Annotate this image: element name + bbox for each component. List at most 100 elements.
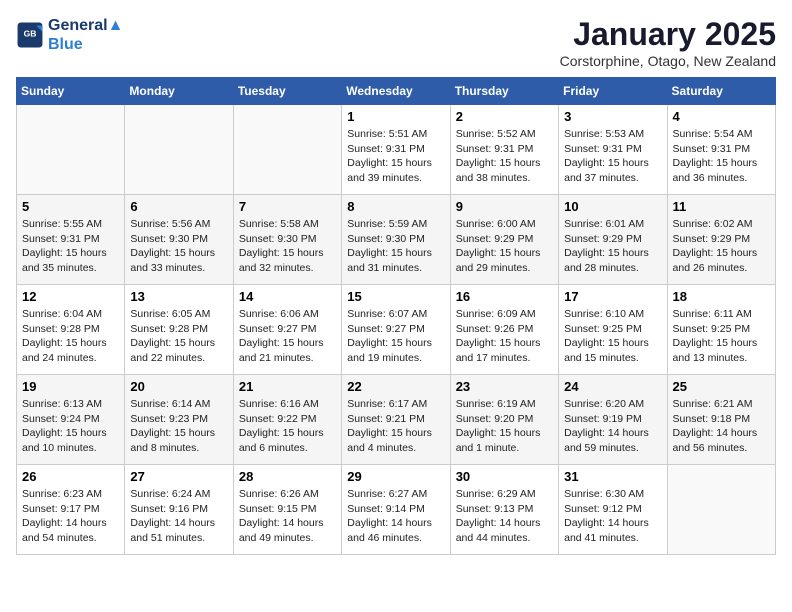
empty-cell — [17, 105, 125, 195]
day-info: Sunrise: 6:01 AM Sunset: 9:29 PM Dayligh… — [564, 217, 661, 276]
calendar-title: January 2025 — [560, 16, 776, 53]
day-number: 28 — [239, 469, 336, 484]
week-row-2: 5 Sunrise: 5:55 AM Sunset: 9:31 PM Daylig… — [17, 195, 776, 285]
day-cell-3: 3 Sunrise: 5:53 AM Sunset: 9:31 PM Daylig… — [559, 105, 667, 195]
day-cell-19: 19Sunrise: 6:13 AM Sunset: 9:24 PM Dayli… — [17, 375, 125, 465]
day-cell-24: 24 Sunrise: 6:20 AM Sunset: 9:19 PM Dayli… — [559, 375, 667, 465]
day-info: Sunrise: 5:52 AM Sunset: 9:31 PM Dayligh… — [456, 127, 553, 186]
day-number: 31 — [564, 469, 661, 484]
day-number: 14 — [239, 289, 336, 304]
weekday-header-saturday: Saturday — [667, 78, 775, 105]
day-info: Sunrise: 6:21 AM Sunset: 9:18 PM Dayligh… — [673, 397, 770, 456]
week-row-4: 19Sunrise: 6:13 AM Sunset: 9:24 PM Dayli… — [17, 375, 776, 465]
weekday-header-row: SundayMondayTuesdayWednesdayThursdayFrid… — [17, 78, 776, 105]
logo-text: General▲ Blue — [48, 16, 123, 54]
day-number: 13 — [130, 289, 227, 304]
day-cell-31: 31 Sunrise: 6:30 AM Sunset: 9:12 PM Dayli… — [559, 465, 667, 555]
day-info: Sunrise: 5:51 AM Sunset: 9:31 PM Dayligh… — [347, 127, 444, 186]
day-info: Sunrise: 6:16 AM Sunset: 9:22 PM Dayligh… — [239, 397, 336, 456]
week-row-5: 26Sunrise: 6:23 AM Sunset: 9:17 PM Dayli… — [17, 465, 776, 555]
day-number: 8 — [347, 199, 444, 214]
day-cell-17: 17 Sunrise: 6:10 AM Sunset: 9:25 PM Dayli… — [559, 285, 667, 375]
calendar-subtitle: Corstorphine, Otago, New Zealand — [560, 53, 776, 69]
day-cell-18: 18 Sunrise: 6:11 AM Sunset: 9:25 PM Dayli… — [667, 285, 775, 375]
day-info: Sunrise: 6:10 AM Sunset: 9:25 PM Dayligh… — [564, 307, 661, 366]
day-info: Sunrise: 6:23 AM Sunset: 9:17 PM Dayligh… — [22, 487, 119, 546]
day-number: 3 — [564, 109, 661, 124]
empty-cell — [667, 465, 775, 555]
day-info: Sunrise: 6:17 AM Sunset: 9:21 PM Dayligh… — [347, 397, 444, 456]
day-cell-16: 16 Sunrise: 6:09 AM Sunset: 9:26 PM Dayli… — [450, 285, 558, 375]
day-info: Sunrise: 6:14 AM Sunset: 9:23 PM Dayligh… — [130, 397, 227, 456]
day-info: Sunrise: 6:20 AM Sunset: 9:19 PM Dayligh… — [564, 397, 661, 456]
day-cell-6: 6 Sunrise: 5:56 AM Sunset: 9:30 PM Daylig… — [125, 195, 233, 285]
day-number: 27 — [130, 469, 227, 484]
weekday-header-thursday: Thursday — [450, 78, 558, 105]
day-cell-1: 1Sunrise: 5:51 AM Sunset: 9:31 PM Daylig… — [342, 105, 450, 195]
day-cell-5: 5 Sunrise: 5:55 AM Sunset: 9:31 PM Daylig… — [17, 195, 125, 285]
day-info: Sunrise: 6:05 AM Sunset: 9:28 PM Dayligh… — [130, 307, 227, 366]
day-info: Sunrise: 5:53 AM Sunset: 9:31 PM Dayligh… — [564, 127, 661, 186]
day-number: 9 — [456, 199, 553, 214]
day-info: Sunrise: 6:09 AM Sunset: 9:26 PM Dayligh… — [456, 307, 553, 366]
day-info: Sunrise: 6:04 AM Sunset: 9:28 PM Dayligh… — [22, 307, 119, 366]
title-block: January 2025 Corstorphine, Otago, New Ze… — [560, 16, 776, 69]
day-info: Sunrise: 5:56 AM Sunset: 9:30 PM Dayligh… — [130, 217, 227, 276]
day-cell-20: 20 Sunrise: 6:14 AM Sunset: 9:23 PM Dayli… — [125, 375, 233, 465]
day-info: Sunrise: 6:02 AM Sunset: 9:29 PM Dayligh… — [673, 217, 770, 276]
day-info: Sunrise: 6:13 AM Sunset: 9:24 PM Dayligh… — [22, 397, 119, 456]
weekday-header-monday: Monday — [125, 78, 233, 105]
day-cell-15: 15 Sunrise: 6:07 AM Sunset: 9:27 PM Dayli… — [342, 285, 450, 375]
day-number: 20 — [130, 379, 227, 394]
day-cell-21: 21 Sunrise: 6:16 AM Sunset: 9:22 PM Dayli… — [233, 375, 341, 465]
day-info: Sunrise: 6:30 AM Sunset: 9:12 PM Dayligh… — [564, 487, 661, 546]
day-number: 11 — [673, 199, 770, 214]
day-info: Sunrise: 6:19 AM Sunset: 9:20 PM Dayligh… — [456, 397, 553, 456]
day-cell-26: 26Sunrise: 6:23 AM Sunset: 9:17 PM Dayli… — [17, 465, 125, 555]
empty-cell — [125, 105, 233, 195]
day-info: Sunrise: 5:58 AM Sunset: 9:30 PM Dayligh… — [239, 217, 336, 276]
calendar-table: SundayMondayTuesdayWednesdayThursdayFrid… — [16, 77, 776, 555]
weekday-header-sunday: Sunday — [17, 78, 125, 105]
empty-cell — [233, 105, 341, 195]
day-cell-2: 2 Sunrise: 5:52 AM Sunset: 9:31 PM Daylig… — [450, 105, 558, 195]
page-header: GB General▲ Blue January 2025 Corstorphi… — [16, 16, 776, 69]
day-number: 4 — [673, 109, 770, 124]
logo-icon: GB — [16, 21, 44, 49]
day-cell-4: 4Sunrise: 5:54 AM Sunset: 9:31 PM Daylig… — [667, 105, 775, 195]
day-number: 15 — [347, 289, 444, 304]
day-cell-14: 14 Sunrise: 6:06 AM Sunset: 9:27 PM Dayli… — [233, 285, 341, 375]
day-number: 18 — [673, 289, 770, 304]
day-cell-8: 8 Sunrise: 5:59 AM Sunset: 9:30 PM Daylig… — [342, 195, 450, 285]
day-number: 2 — [456, 109, 553, 124]
day-cell-11: 11 Sunrise: 6:02 AM Sunset: 9:29 PM Dayli… — [667, 195, 775, 285]
day-cell-9: 9Sunrise: 6:00 AM Sunset: 9:29 PM Daylig… — [450, 195, 558, 285]
day-cell-12: 12Sunrise: 6:04 AM Sunset: 9:28 PM Dayli… — [17, 285, 125, 375]
day-number: 21 — [239, 379, 336, 394]
day-cell-13: 13 Sunrise: 6:05 AM Sunset: 9:28 PM Dayli… — [125, 285, 233, 375]
day-number: 24 — [564, 379, 661, 394]
day-info: Sunrise: 5:59 AM Sunset: 9:30 PM Dayligh… — [347, 217, 444, 276]
day-cell-7: 7Sunrise: 5:58 AM Sunset: 9:30 PM Daylig… — [233, 195, 341, 285]
day-number: 6 — [130, 199, 227, 214]
weekday-header-tuesday: Tuesday — [233, 78, 341, 105]
day-info: Sunrise: 6:24 AM Sunset: 9:16 PM Dayligh… — [130, 487, 227, 546]
day-info: Sunrise: 6:27 AM Sunset: 9:14 PM Dayligh… — [347, 487, 444, 546]
day-number: 17 — [564, 289, 661, 304]
day-info: Sunrise: 6:06 AM Sunset: 9:27 PM Dayligh… — [239, 307, 336, 366]
day-info: Sunrise: 6:11 AM Sunset: 9:25 PM Dayligh… — [673, 307, 770, 366]
day-info: Sunrise: 6:26 AM Sunset: 9:15 PM Dayligh… — [239, 487, 336, 546]
day-number: 5 — [22, 199, 119, 214]
day-info: Sunrise: 5:55 AM Sunset: 9:31 PM Dayligh… — [22, 217, 119, 276]
weekday-header-friday: Friday — [559, 78, 667, 105]
day-number: 16 — [456, 289, 553, 304]
day-info: Sunrise: 6:29 AM Sunset: 9:13 PM Dayligh… — [456, 487, 553, 546]
day-cell-28: 28 Sunrise: 6:26 AM Sunset: 9:15 PM Dayli… — [233, 465, 341, 555]
logo: GB General▲ Blue — [16, 16, 123, 54]
day-number: 30 — [456, 469, 553, 484]
week-row-1: 1Sunrise: 5:51 AM Sunset: 9:31 PM Daylig… — [17, 105, 776, 195]
day-number: 25 — [673, 379, 770, 394]
day-info: Sunrise: 6:07 AM Sunset: 9:27 PM Dayligh… — [347, 307, 444, 366]
week-row-3: 12Sunrise: 6:04 AM Sunset: 9:28 PM Dayli… — [17, 285, 776, 375]
day-cell-10: 10Sunrise: 6:01 AM Sunset: 9:29 PM Dayli… — [559, 195, 667, 285]
